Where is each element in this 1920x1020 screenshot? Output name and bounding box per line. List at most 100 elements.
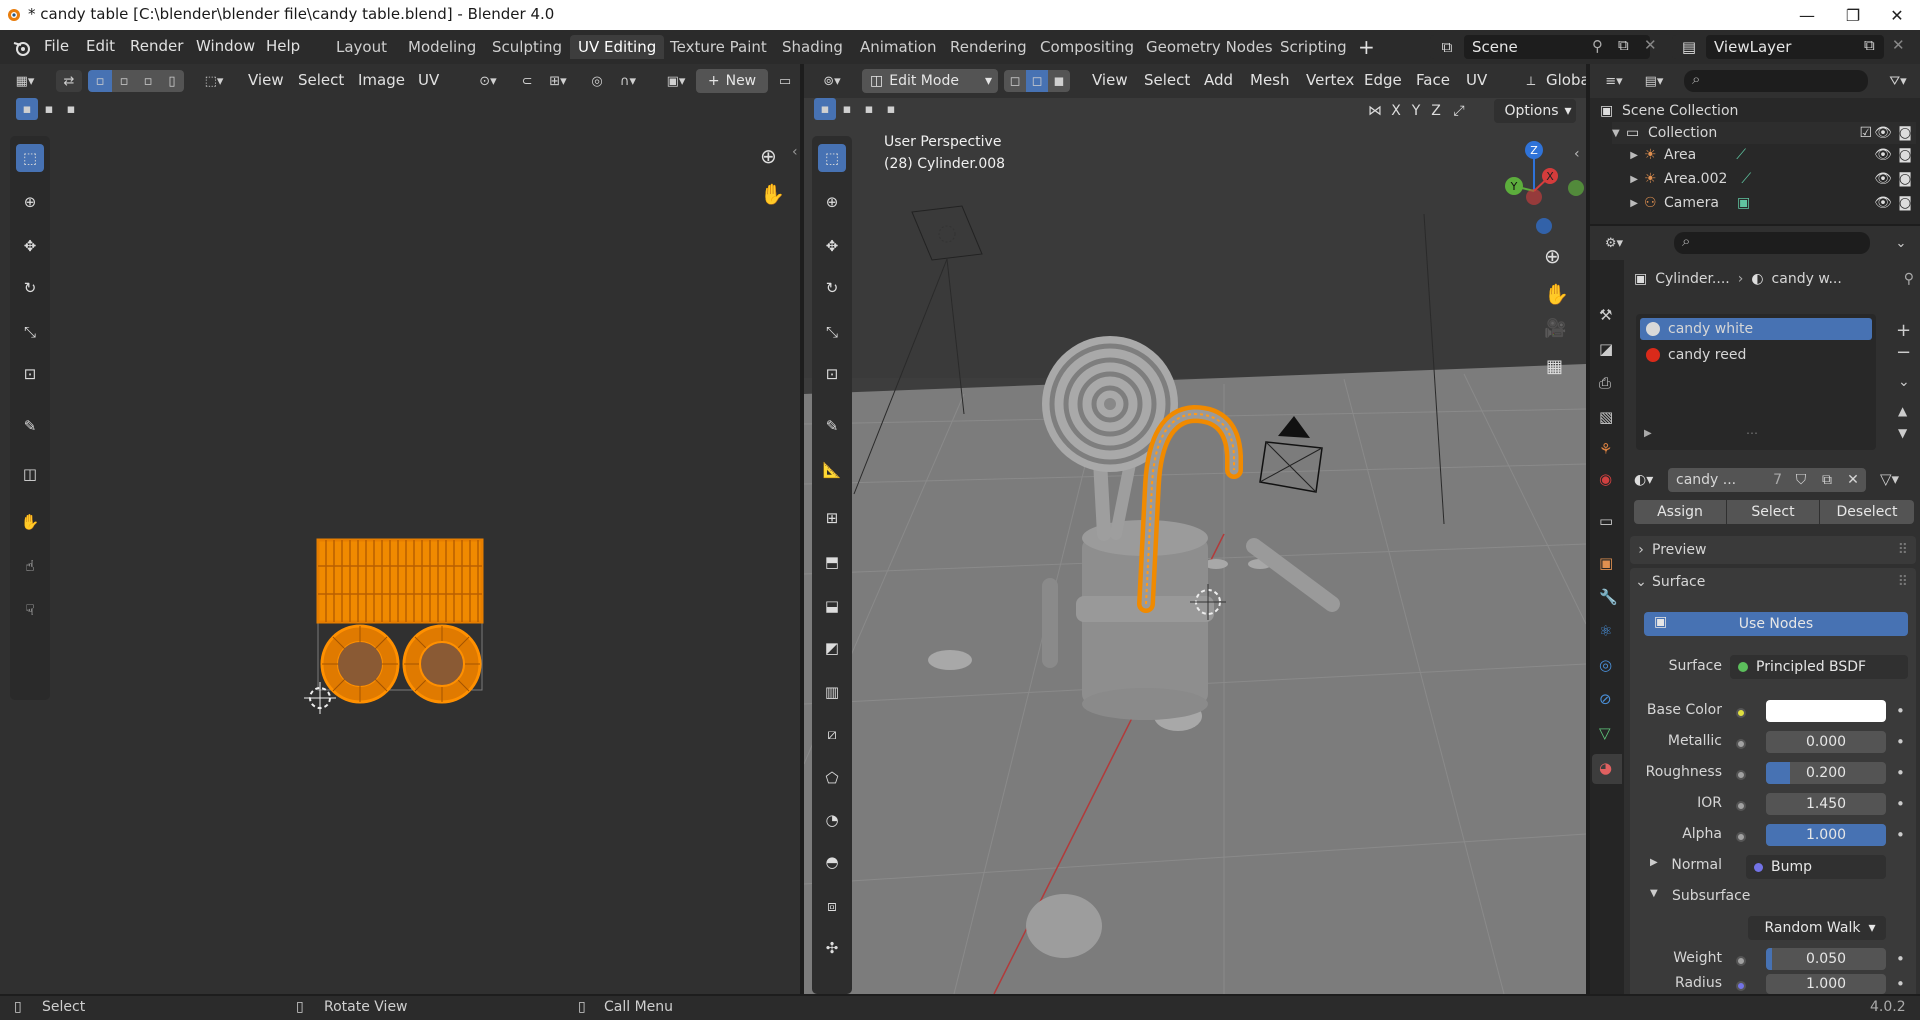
- add-slot-icon[interactable]: +: [1896, 320, 1911, 341]
- material-browse-icon[interactable]: ◐▾: [1634, 472, 1668, 488]
- inset-tool[interactable]: ⬓: [818, 592, 846, 620]
- radius-field[interactable]: 1.000: [1766, 974, 1886, 994]
- viewport-select-invert-icon[interactable]: ▪: [880, 98, 902, 120]
- new-viewlayer-icon[interactable]: ⧉: [1864, 36, 1875, 54]
- tab-uv-editing[interactable]: UV Editing: [570, 35, 665, 59]
- viewport-editor-type-icon[interactable]: ⊚▾: [814, 70, 850, 92]
- expand-arrow-icon[interactable]: ▼: [1650, 888, 1658, 899]
- viewport-scale-tool[interactable]: ⤡: [818, 318, 846, 346]
- viewport-select-extend-icon[interactable]: ▪: [836, 98, 858, 120]
- sticky-selection-icon[interactable]: ⬚▾: [196, 70, 232, 92]
- roughness-slider[interactable]: 0.200: [1766, 762, 1886, 784]
- grab-tool[interactable]: ✋: [16, 508, 44, 536]
- drag-handle-icon[interactable]: ⠿: [1898, 542, 1908, 558]
- maximize-button[interactable]: ❐: [1830, 0, 1876, 30]
- bevel-tool[interactable]: ◩: [818, 634, 846, 662]
- material-slot-candy-white[interactable]: candy white: [1640, 318, 1872, 340]
- smooth-tool[interactable]: ◓: [818, 848, 846, 876]
- uv-menu-select[interactable]: Select: [298, 71, 344, 89]
- tab-modeling[interactable]: Modeling: [400, 35, 484, 59]
- view-layer-tab-icon[interactable]: ▧: [1599, 408, 1613, 426]
- menu-file[interactable]: File: [44, 37, 69, 55]
- outliner[interactable]: ≡▾ ▤▾ ⌕ ⛛▾ ▣ Scene Collection ▼ ▭ Collecti…: [1590, 64, 1920, 224]
- visibility-eye-icon[interactable]: 👁: [1872, 195, 1894, 211]
- select-box-tool[interactable]: ⬚: [16, 144, 44, 172]
- viewport-select-new-icon[interactable]: ▪: [814, 98, 836, 120]
- shrink-fatten-tool[interactable]: ✣: [818, 934, 846, 962]
- normal-input-selector[interactable]: Bump: [1746, 855, 1886, 879]
- knife-tool[interactable]: ⧄: [818, 720, 846, 748]
- expand-arrow-icon[interactable]: ▶: [1612, 174, 1638, 185]
- expand-arrow-icon[interactable]: ▶: [1644, 428, 1652, 439]
- render-camera-icon[interactable]: ◙: [1894, 125, 1916, 141]
- tab-layout[interactable]: Layout: [328, 35, 395, 59]
- select-button[interactable]: Select: [1727, 500, 1819, 524]
- tab-animation[interactable]: Animation: [852, 35, 944, 59]
- image-browse-icon[interactable]: ▣▾: [658, 70, 694, 92]
- mirror-y[interactable]: Y: [1406, 103, 1426, 119]
- open-image-icon[interactable]: ▭: [772, 70, 798, 92]
- sync-selection-icon[interactable]: ⇄: [56, 70, 82, 92]
- viewport-sidebar-toggle-icon[interactable]: ‹: [1574, 146, 1580, 162]
- rotate-tool[interactable]: ↻: [16, 274, 44, 302]
- viewport-menu-view[interactable]: View: [1092, 71, 1128, 89]
- outliner-row-area-002[interactable]: ▶ ☀ Area.002 ⟋ 👁 ◙: [1612, 168, 1916, 190]
- keyframe-dot-icon[interactable]: •: [1896, 733, 1905, 751]
- move-down-icon[interactable]: ▼: [1898, 426, 1907, 440]
- loop-cut-tool[interactable]: ▥: [818, 678, 846, 706]
- minimize-button[interactable]: —: [1784, 0, 1830, 30]
- close-button[interactable]: ✕: [1874, 0, 1920, 30]
- outliner-search-input[interactable]: ⌕: [1684, 70, 1868, 92]
- keyframe-dot-icon[interactable]: •: [1896, 826, 1905, 844]
- deselect-button[interactable]: Deselect: [1820, 500, 1914, 524]
- viewport-menu-edge[interactable]: Edge: [1364, 71, 1402, 89]
- radius-socket-icon[interactable]: [1736, 981, 1746, 991]
- pivot-point-icon[interactable]: ⊙▾: [470, 70, 506, 92]
- face-select-icon[interactable]: ▫: [136, 70, 160, 92]
- tab-compositing[interactable]: Compositing: [1032, 35, 1142, 59]
- visibility-eye-icon[interactable]: 👁: [1872, 147, 1894, 163]
- edge-mode-icon[interactable]: ◻: [1026, 70, 1048, 92]
- viewport-annotate-tool[interactable]: ✎: [818, 412, 846, 440]
- uv-menu-image[interactable]: Image: [358, 71, 405, 89]
- properties-editor[interactable]: ⚙▾ ⌕ ⌄ ⚒ ◪ ⎙ ▧ ⚘ ◉ ▭ ▣ 🔧 ⚛ ◎ ⊘ ▽ ◕ ▣ Cyl…: [1590, 226, 1920, 994]
- delete-scene-icon[interactable]: ✕: [1644, 36, 1657, 54]
- pin-icon[interactable]: ⚲: [1904, 271, 1914, 287]
- snap-target-icon[interactable]: ⊞▾: [540, 70, 576, 92]
- keyframe-dot-icon[interactable]: •: [1896, 764, 1905, 782]
- properties-options-icon[interactable]: ⌄: [1888, 232, 1914, 254]
- ior-socket-icon[interactable]: [1736, 801, 1746, 811]
- render-tab-icon[interactable]: ◪: [1599, 340, 1613, 358]
- mirror-icon[interactable]: ⋈: [1364, 103, 1386, 119]
- render-camera-icon[interactable]: ◙: [1894, 195, 1916, 211]
- viewlayer-selector[interactable]: ▤ ViewLayer: [1672, 35, 1884, 59]
- select-new-icon[interactable]: ▪: [16, 98, 38, 120]
- base-color-socket-icon[interactable]: [1736, 708, 1746, 718]
- ior-field[interactable]: 1.450: [1766, 793, 1886, 815]
- uv-sidebar-toggle-icon[interactable]: ‹: [792, 144, 798, 160]
- rip-tool[interactable]: ◫: [16, 460, 44, 488]
- world-tab-icon[interactable]: ◉: [1599, 470, 1612, 488]
- island-select-icon[interactable]: ▯: [160, 70, 184, 92]
- menu-edit[interactable]: Edit: [86, 37, 115, 55]
- viewport-menu-mesh[interactable]: Mesh: [1250, 71, 1290, 89]
- expand-arrow-icon[interactable]: ▼: [1612, 128, 1626, 139]
- viewport-menu-face[interactable]: Face: [1416, 71, 1450, 89]
- outliner-row-collection[interactable]: ▼ ▭ Collection ☑ 👁 ◙: [1612, 122, 1916, 144]
- uv-pan-icon[interactable]: ✋: [760, 182, 785, 206]
- outliner-row-camera[interactable]: ▶ ⚇ Camera ▣ 👁 ◙: [1612, 192, 1916, 214]
- tab-rendering[interactable]: Rendering: [942, 35, 1035, 59]
- drag-handle-icon[interactable]: ⠿: [1898, 574, 1908, 590]
- viewport-transform-tool[interactable]: ⊡: [818, 360, 846, 388]
- roughness-socket-icon[interactable]: [1736, 770, 1746, 780]
- outliner-row-area[interactable]: ▶ ☀ Area ⟋ 👁 ◙: [1612, 144, 1916, 166]
- mode-selector[interactable]: ◫ Edit Mode ▾: [862, 69, 998, 93]
- tab-scripting[interactable]: Scripting: [1272, 35, 1355, 59]
- relax-tool[interactable]: ☝: [16, 552, 44, 580]
- move-up-icon[interactable]: ▲: [1898, 404, 1907, 418]
- uv-menu-uv[interactable]: UV: [418, 71, 439, 89]
- keyframe-dot-icon[interactable]: •: [1896, 702, 1905, 720]
- edge-select-icon[interactable]: ▫: [112, 70, 136, 92]
- extrude-tool[interactable]: ⬒: [818, 548, 846, 576]
- measure-tool[interactable]: 📐: [818, 456, 846, 484]
